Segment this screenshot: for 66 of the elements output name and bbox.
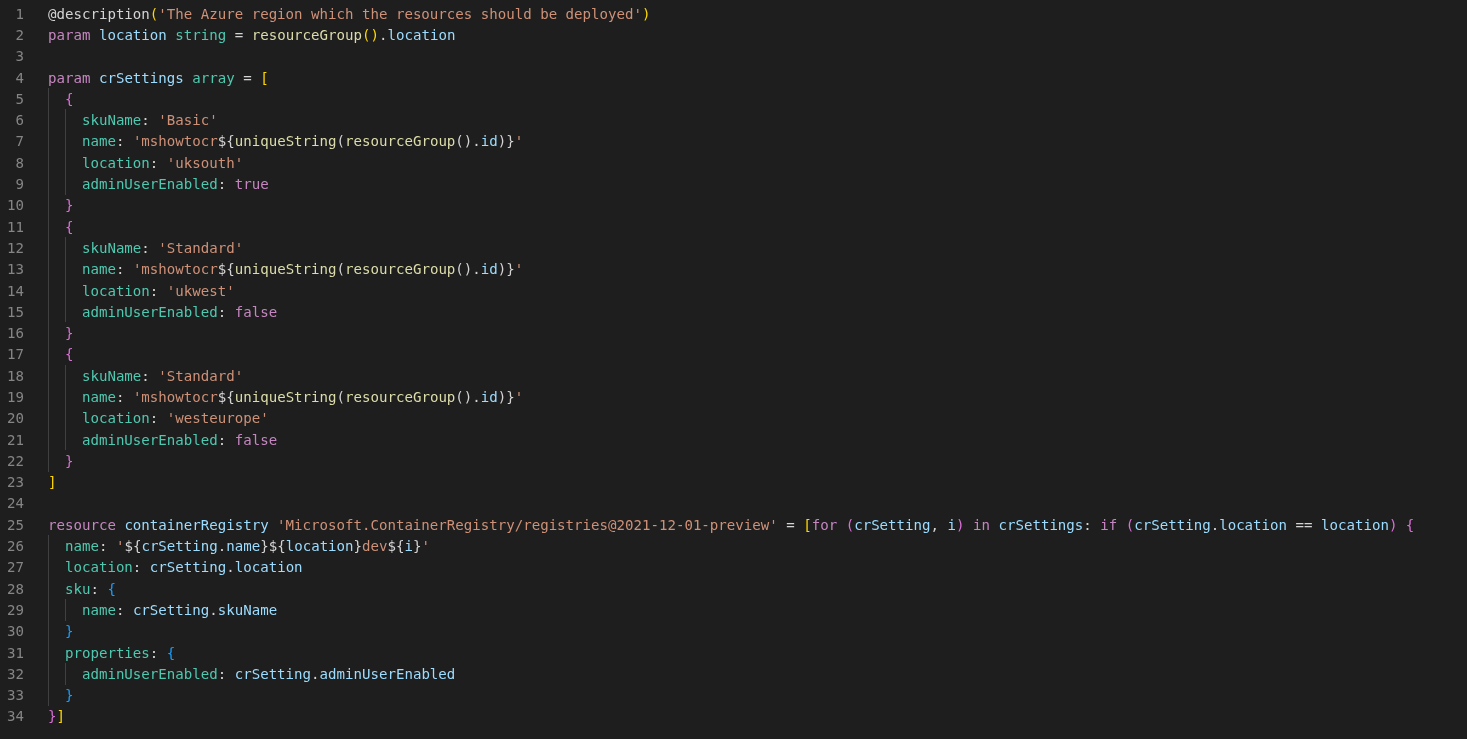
code-line: sku: { <box>64 580 116 597</box>
line-number: 6 <box>14 112 24 129</box>
line-number: 5 <box>14 90 24 107</box>
code-line: ] <box>48 474 57 491</box>
line-number: 32 <box>6 665 24 682</box>
line-number: 10 <box>6 197 24 214</box>
code-line: location: 'westeurope' <box>81 410 269 427</box>
line-number: 12 <box>6 239 24 256</box>
line-number: 18 <box>6 367 24 384</box>
line-number: 21 <box>6 431 24 448</box>
line-number: 27 <box>6 559 24 576</box>
code-line: } <box>64 623 74 640</box>
code-line: }] <box>48 708 65 725</box>
line-number: 9 <box>14 176 24 192</box>
line-number: 1 <box>14 5 24 22</box>
line-number: 7 <box>14 133 24 150</box>
line-number: 17 <box>6 346 24 363</box>
line-number: 23 <box>6 474 24 491</box>
code-line: name: 'mshowtocr${uniqueString(resourceGroup().id)}' <box>81 389 524 405</box>
line-number: 11 <box>6 218 24 235</box>
code-line: adminUserEnabled: false <box>81 431 278 448</box>
code-line: location: 'uksouth' <box>81 154 244 171</box>
line-number: 2 <box>14 26 24 43</box>
code-line: adminUserEnabled: crSetting.adminUserEnabled <box>81 665 456 682</box>
line-number: 34 <box>6 708 24 725</box>
code-line: } <box>64 197 74 214</box>
code-line: location: 'ukwest' <box>81 282 235 299</box>
line-number: 8 <box>14 154 24 171</box>
code-line: } <box>64 452 74 469</box>
code-line: resource containerRegistry 'Microsoft.ContainerRegistry/registries@2021-12-01-preview' = [for (crSetting, i) in crSettings: if (crSetting.location == location) { <box>48 516 1415 533</box>
line-number: 31 <box>6 644 24 661</box>
code-line: properties: { <box>64 644 176 661</box>
line-number: 13 <box>6 261 24 278</box>
code-line: name: crSetting.skuName <box>81 601 278 618</box>
code-line: { <box>64 218 74 235</box>
code-line: adminUserEnabled: true <box>81 176 269 192</box>
line-number: 14 <box>6 282 24 299</box>
line-number: 28 <box>6 580 24 597</box>
line-number: 26 <box>6 538 24 555</box>
line-number: 29 <box>6 601 24 618</box>
line-number: 30 <box>6 623 24 640</box>
line-number: 4 <box>14 69 24 86</box>
line-number: 15 <box>6 303 24 320</box>
line-number: 33 <box>6 687 24 704</box>
line-number: 20 <box>6 410 24 427</box>
code-line: skuName: 'Basic' <box>81 112 218 129</box>
code-line: @description('The Azure region which the resources should be deployed') <box>48 5 651 22</box>
code-line: adminUserEnabled: false <box>81 303 278 320</box>
code-line: } <box>64 687 74 704</box>
code-line: param location string = resourceGroup().location <box>48 26 456 43</box>
code-line: param crSettings array = [ <box>48 69 269 86</box>
code-line: { <box>64 90 74 107</box>
code-line: skuName: 'Standard' <box>81 239 244 256</box>
line-number: 19 <box>6 389 24 405</box>
line-number: 3 <box>14 48 24 65</box>
code-line: { <box>64 346 74 363</box>
line-number: 16 <box>6 325 24 342</box>
code-line: } <box>64 325 74 342</box>
code-line: name: 'mshowtocr${uniqueString(resourceGroup().id)}' <box>81 261 524 278</box>
line-number: 24 <box>6 495 24 512</box>
line-number: 22 <box>6 452 24 469</box>
code-line: name: '${crSetting.name}${location}dev${i}' <box>64 538 431 555</box>
line-number: 25 <box>6 516 24 533</box>
code-line: location: crSetting.location <box>64 559 303 576</box>
code-line: skuName: 'Standard' <box>81 367 244 384</box>
code-line: name: 'mshowtocr${uniqueString(resourceGroup().id)}' <box>81 133 524 150</box>
